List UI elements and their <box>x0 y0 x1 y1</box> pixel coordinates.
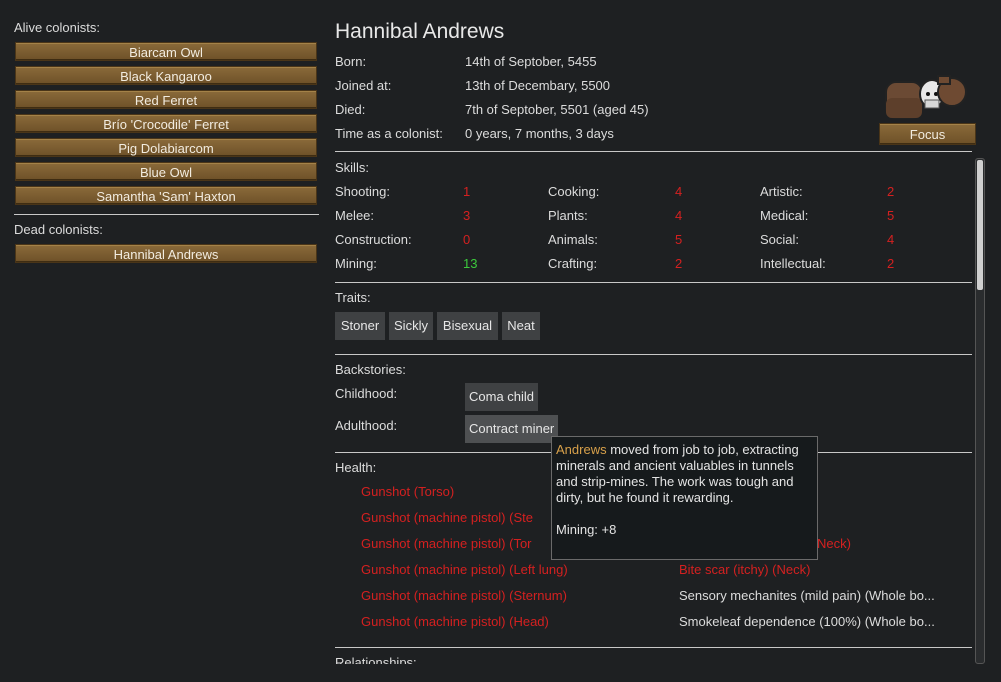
skill-name: Medical: <box>760 208 809 223</box>
injury-item[interactable]: Gunshot (machine pistol) (Head) <box>361 614 549 629</box>
colonist-button[interactable]: Red Ferret <box>15 90 317 109</box>
joined-value: 13th of Decembary, 5500 <box>465 78 611 93</box>
injury-item[interactable]: Gunshot (Torso) <box>361 484 454 499</box>
condition-item[interactable]: Sensory mechanites (mild pain) (Whole bo… <box>679 588 935 603</box>
tooltip-name: Andrews <box>556 442 607 457</box>
tooltip-bonus: Mining: +8 <box>556 522 617 537</box>
childhood-backstory[interactable]: Coma child <box>465 383 539 411</box>
skill-name: Crafting: <box>548 256 598 271</box>
skill-name: Animals: <box>548 232 598 247</box>
skill-value: 13 <box>463 256 478 271</box>
skill-name: Plants: <box>548 208 588 223</box>
colonist-button[interactable]: Brío 'Crocodile' Ferret <box>15 114 317 133</box>
skill-name: Melee: <box>335 208 375 223</box>
skill-value: 3 <box>463 208 471 223</box>
skill-value: 5 <box>675 232 683 247</box>
section-divider <box>335 354 972 355</box>
skill-name: Artistic: <box>760 184 803 199</box>
died-label: Died: <box>335 102 366 117</box>
skill-name: Mining: <box>335 256 377 271</box>
skill-name: Intellectual: <box>760 256 826 271</box>
injury-item[interactable]: Gunshot (machine pistol) (Sternum) <box>361 588 567 603</box>
section-divider <box>335 151 972 152</box>
skill-name: Shooting: <box>335 184 390 199</box>
colonist-button[interactable]: Blue Owl <box>15 162 317 181</box>
dead-colonists-header: Dead colonists: <box>14 222 103 237</box>
backstories-header: Backstories: <box>335 362 406 377</box>
skill-value: 4 <box>675 184 683 199</box>
adulthood-backstory[interactable]: Contract miner <box>465 415 559 443</box>
skill-value: 1 <box>463 184 471 199</box>
alive-colonists-header: Alive colonists: <box>14 20 100 35</box>
skill-name: Construction: <box>335 232 412 247</box>
focus-button[interactable]: Focus <box>879 123 976 145</box>
colonist-button-selected[interactable]: Hannibal Andrews <box>15 244 317 263</box>
injury-item[interactable]: Gunshot (machine pistol) (Tor <box>361 536 532 551</box>
skill-value: 0 <box>463 232 471 247</box>
condition-item[interactable]: Smokeleaf dependence (100%) (Whole bo... <box>679 614 935 629</box>
colonist-button[interactable]: Pig Dolabiarcom <box>15 138 317 157</box>
skill-value: 4 <box>675 208 683 223</box>
skill-value: 2 <box>887 184 895 199</box>
health-header: Health: <box>335 460 377 475</box>
skill-name: Cooking: <box>548 184 600 199</box>
skill-value: 2 <box>887 256 895 271</box>
colonist-button[interactable]: Samantha 'Sam' Haxton <box>15 186 317 205</box>
colonist-button[interactable]: Black Kangaroo <box>15 66 317 85</box>
section-divider <box>335 282 972 283</box>
colonist-name: Hannibal Andrews <box>335 20 505 43</box>
trait-chip[interactable]: Neat <box>502 312 540 340</box>
died-value: 7th of Septober, 5501 (aged 45) <box>465 102 649 117</box>
skill-value: 4 <box>887 232 895 247</box>
skill-value: 5 <box>887 208 895 223</box>
injury-item[interactable]: Gunshot (machine pistol) (Ste <box>361 510 533 525</box>
sidebar-divider <box>14 214 319 215</box>
time-value: 0 years, 7 months, 3 days <box>465 126 614 141</box>
backstory-tooltip: Andrews moved from job to job, extractin… <box>551 436 818 560</box>
injury-item[interactable]: Bite scar (itchy) (Neck) <box>679 562 810 577</box>
skills-header: Skills: <box>335 160 369 175</box>
adulthood-label: Adulthood: <box>335 418 398 433</box>
section-divider <box>335 647 972 648</box>
traits-header: Traits: <box>335 290 371 305</box>
skill-value: 2 <box>675 256 683 271</box>
born-label: Born: <box>335 54 367 69</box>
born-value: 14th of Septober, 5455 <box>465 54 597 69</box>
colonist-portrait-icon <box>882 72 972 120</box>
scrollbar[interactable] <box>975 158 985 664</box>
skill-name: Social: <box>760 232 800 247</box>
trait-chip[interactable]: Sickly <box>389 312 433 340</box>
trait-chip[interactable]: Stoner <box>335 312 385 340</box>
relationships-header: Relationships: <box>335 655 417 664</box>
colonist-button[interactable]: Biarcam Owl <box>15 42 317 61</box>
injury-item-partial[interactable]: Neck) <box>817 536 851 551</box>
scrollbar-thumb[interactable] <box>977 160 983 290</box>
trait-chip[interactable]: Bisexual <box>437 312 498 340</box>
injury-item[interactable]: Gunshot (machine pistol) (Left lung) <box>361 562 568 577</box>
childhood-label: Childhood: <box>335 386 398 401</box>
time-label: Time as a colonist: <box>335 126 443 141</box>
joined-label: Joined at: <box>335 78 392 93</box>
